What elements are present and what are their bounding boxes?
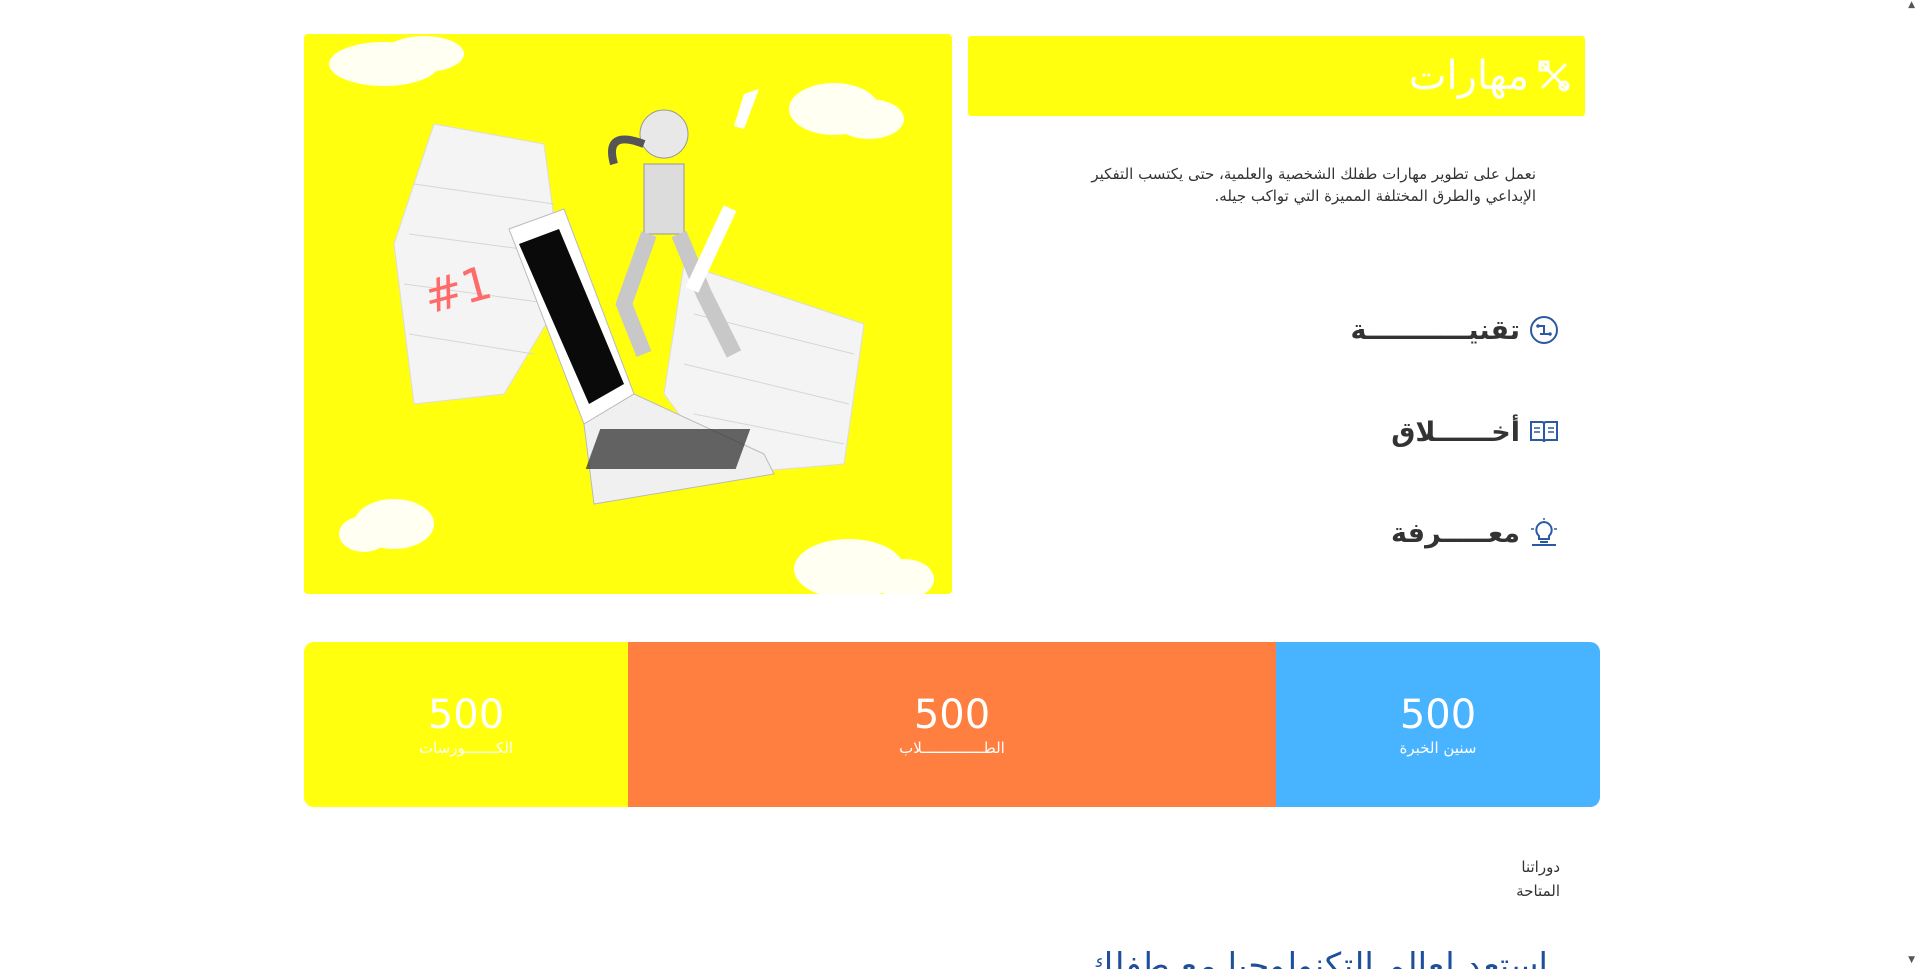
hero-illustration: #1 [329,36,934,599]
lightbulb-icon [1531,518,1557,546]
feature-label: أخــــــلاق [1391,416,1520,448]
scroll-down-icon[interactable]: ▼ [1908,955,1915,965]
hero-image: #1 [304,34,952,599]
stat-students: 500 الطــــــــــــــلاب [628,642,1276,807]
stat-experience: 500 سنين الخبرة [1276,642,1600,807]
stat-courses: 500 الكـــــــورسات [304,642,628,807]
stat-value: 500 [1399,691,1477,738]
circuit-brain-icon [1530,316,1558,344]
scrollbar[interactable]: ▲ ▼ [1903,0,1920,969]
stat-value: 500 [913,691,991,738]
feature-label: تقنيـــــــــــة [1350,314,1520,346]
scroll-up-icon[interactable]: ▲ [1908,0,1915,10]
skills-description: نعمل على تطوير مهارات طفلك الشخصية والعل… [1091,165,1536,205]
stat-label: سنين الخبرة [1399,738,1477,757]
courses-heading: دوراتنا المتاحة [1516,858,1560,900]
feature-label: معـــــرفة [1391,517,1520,549]
feature-knowledge: معـــــرفة [1391,513,1560,553]
tools-icon [1538,60,1570,92]
section-heading: استعد لعالم التكنولوجيا مع طفلك [1085,946,1549,969]
stat-value: 500 [427,691,505,738]
stat-label: الطــــــــــــــلاب [899,738,1005,757]
stat-label: الكـــــــورسات [418,738,514,757]
stats-bar: 500 الكـــــــورسات 500 الطـــــــــــــ… [304,642,1600,807]
feature-technology: تقنيـــــــــــة [1350,310,1560,350]
feature-ethics: أخــــــلاق [1391,412,1560,452]
open-book-icon [1530,421,1558,443]
skills-banner: مهارات [968,36,1585,116]
skills-title: مهارات [1408,53,1529,99]
